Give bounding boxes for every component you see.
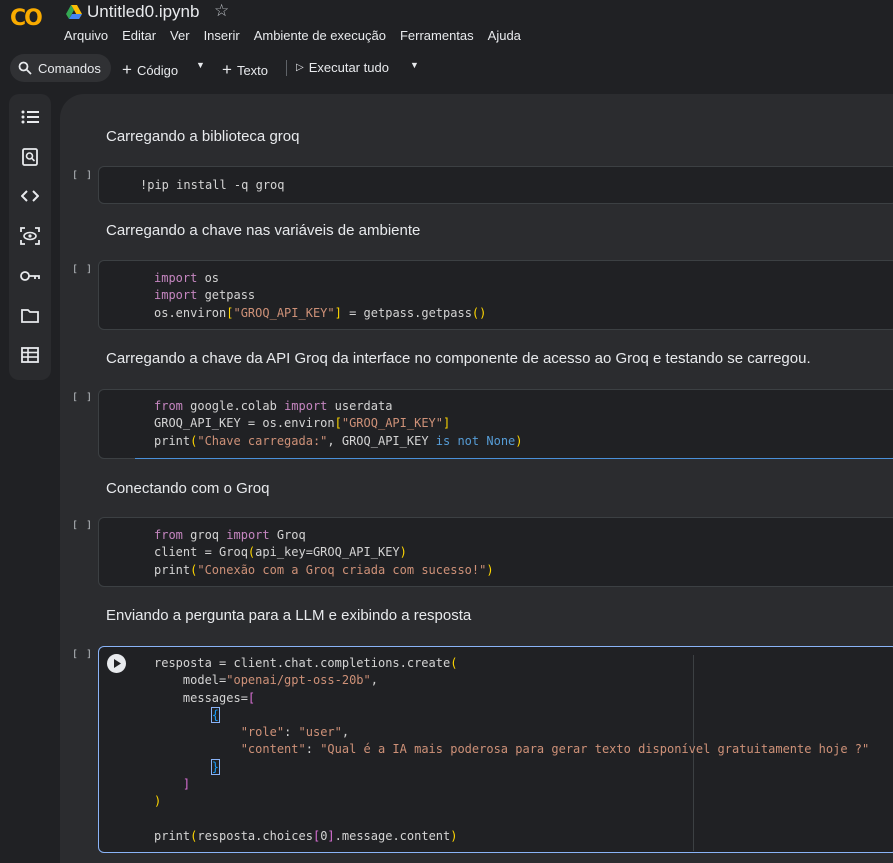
code-editor[interactable]: from groq import Groq client = Groq(api_… bbox=[154, 527, 494, 579]
variables-icon[interactable] bbox=[19, 225, 41, 247]
find-icon[interactable] bbox=[19, 146, 41, 168]
commands-label: Comandos bbox=[38, 60, 101, 76]
cell-execution-bracket: [ ] bbox=[72, 264, 94, 275]
secrets-key-icon[interactable] bbox=[19, 265, 41, 287]
code-editor[interactable]: resposta = client.chat.completions.creat… bbox=[154, 655, 869, 845]
caret-down-icon: ▼ bbox=[410, 60, 419, 70]
code-snippets-icon[interactable] bbox=[19, 185, 41, 207]
markdown-cell[interactable]: Carregando a biblioteca groq bbox=[106, 128, 299, 145]
play-outline-icon: ▷ bbox=[296, 62, 304, 73]
menu-inserir[interactable]: Inserir bbox=[204, 28, 240, 43]
markdown-cell[interactable]: Conectando com o Groq bbox=[106, 480, 269, 497]
add-code-label: Código bbox=[136, 62, 179, 78]
star-icon[interactable]: ☆ bbox=[214, 1, 229, 21]
play-icon bbox=[113, 659, 121, 668]
left-sidebar bbox=[9, 94, 51, 380]
cell-execution-bracket: [ ] bbox=[72, 649, 94, 660]
files-icon[interactable] bbox=[19, 304, 41, 326]
menu-ver[interactable]: Ver bbox=[170, 28, 190, 43]
code-editor[interactable]: import os import getpass os.environ["GRO… bbox=[154, 270, 486, 322]
code-editor[interactable]: !pip install -q groq bbox=[140, 177, 285, 194]
menu-ferramentas[interactable]: Ferramentas bbox=[400, 28, 474, 43]
caret-down-icon: ▼ bbox=[196, 60, 205, 70]
plus-icon: + bbox=[122, 60, 132, 79]
menu-ajuda[interactable]: Ajuda bbox=[488, 28, 521, 43]
data-table-icon[interactable] bbox=[19, 344, 41, 366]
add-code-dropdown[interactable]: ▼ bbox=[196, 60, 205, 70]
menu-bar: Arquivo Editar Ver Inserir Ambiente de e… bbox=[64, 28, 535, 43]
run-all-button[interactable]: ▷ Executar tudo bbox=[296, 60, 389, 75]
table-of-contents-icon[interactable] bbox=[19, 106, 41, 128]
toolbar-divider bbox=[286, 60, 287, 76]
menu-ambiente[interactable]: Ambiente de execução bbox=[254, 28, 386, 43]
add-code-button[interactable]: + Código bbox=[122, 60, 178, 80]
markdown-cell[interactable]: Carregando a chave da API Groq da interf… bbox=[106, 350, 811, 367]
search-icon bbox=[18, 61, 32, 75]
google-drive-icon[interactable] bbox=[66, 4, 82, 20]
commands-button[interactable]: Comandos bbox=[10, 54, 111, 82]
plus-icon: + bbox=[222, 60, 232, 79]
run-all-label: Executar tudo bbox=[308, 60, 389, 75]
add-text-button[interactable]: + Texto bbox=[222, 60, 268, 80]
cell-execution-bracket: [ ] bbox=[72, 170, 94, 181]
menu-arquivo[interactable]: Arquivo bbox=[64, 28, 108, 43]
cell-execution-bracket: [ ] bbox=[72, 392, 94, 403]
code-editor[interactable]: from google.colab import userdata GROQ_A… bbox=[154, 398, 523, 450]
add-text-label: Texto bbox=[236, 62, 269, 78]
markdown-cell[interactable]: Carregando a chave nas variáveis de ambi… bbox=[106, 222, 420, 239]
notebook-title[interactable]: Untitled0.ipynb bbox=[87, 2, 199, 22]
markdown-cell[interactable]: Enviando a pergunta para a LLM e exibind… bbox=[106, 607, 471, 624]
menu-editar[interactable]: Editar bbox=[122, 28, 156, 43]
cell-focus-underline bbox=[135, 458, 893, 459]
run-cell-button[interactable] bbox=[107, 654, 126, 673]
run-all-dropdown[interactable]: ▼ bbox=[410, 60, 419, 70]
colab-logo[interactable]: CO bbox=[10, 6, 50, 32]
cell-execution-bracket: [ ] bbox=[72, 520, 94, 531]
